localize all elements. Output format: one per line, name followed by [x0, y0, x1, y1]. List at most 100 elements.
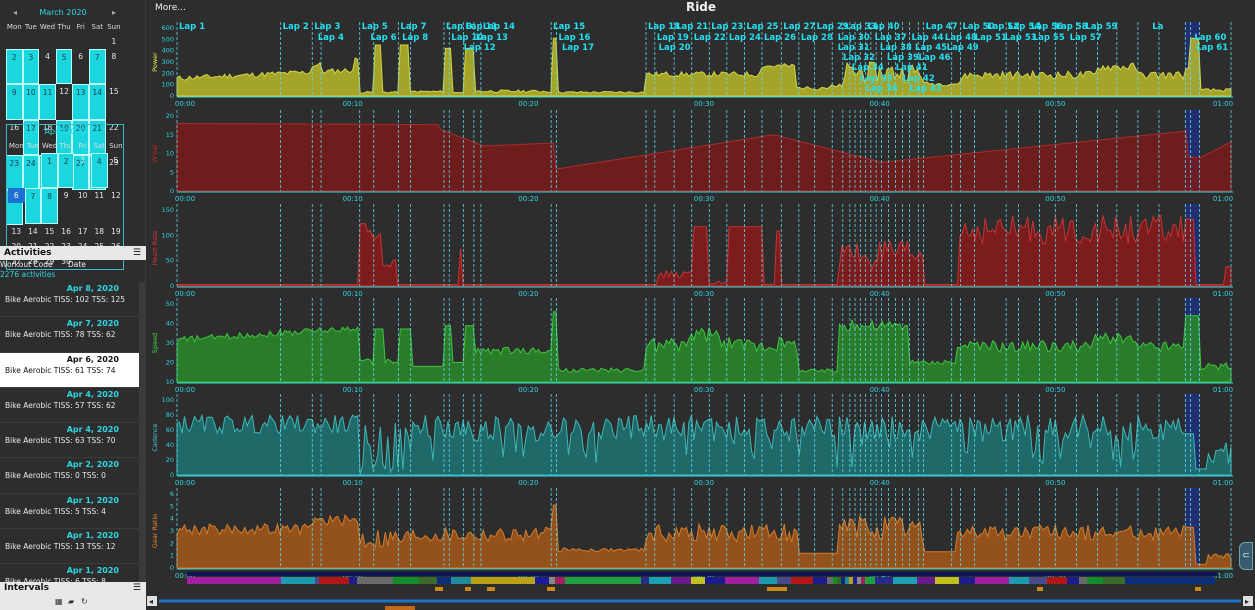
lap-label[interactable]: Lap 4 — [318, 33, 344, 43]
interval-segment[interactable] — [705, 577, 725, 584]
lap-label[interactable]: Lap 55 — [1033, 33, 1065, 43]
column-date[interactable]: Date — [68, 260, 86, 269]
interval-marker[interactable] — [767, 587, 787, 591]
calendar-day[interactable]: 11 — [91, 188, 108, 203]
interval-segment[interactable] — [357, 577, 393, 584]
calendar-day[interactable]: 18 — [91, 224, 108, 239]
calendar-day[interactable]: 15 — [106, 84, 123, 99]
lap-label[interactable]: Lap 41 — [896, 63, 928, 73]
scroll-thumb[interactable] — [385, 606, 415, 610]
lap-label[interactable]: Lap 57 — [1070, 33, 1102, 43]
calendar-day[interactable]: 17 — [74, 224, 91, 239]
interval-marker[interactable] — [1195, 587, 1201, 591]
interval-marker[interactable] — [1037, 587, 1043, 591]
lap-label[interactable]: Lap 21 — [676, 22, 708, 32]
interval-segment[interactable] — [853, 577, 857, 584]
lap-label[interactable]: Lap 27 — [783, 22, 815, 32]
interval-segment[interactable] — [759, 577, 777, 584]
interval-segment[interactable] — [691, 577, 705, 584]
panel-toggle-handle[interactable]: ⊂ — [1239, 542, 1253, 570]
lap-label[interactable]: Lap 26 — [764, 33, 796, 43]
lap-label[interactable]: Lap 2 — [283, 22, 309, 32]
lap-label[interactable]: Lap 1 — [179, 22, 205, 32]
refresh-icon[interactable]: ↻ — [81, 597, 88, 606]
interval-segment[interactable] — [935, 577, 959, 584]
interval-segment[interactable] — [565, 577, 641, 584]
activity-row[interactable]: Apr 4, 2020 Bike Aerobic TISS: 63 TSS: 70 — [0, 423, 139, 459]
interval-segment[interactable] — [671, 577, 691, 584]
interval-segment[interactable] — [813, 577, 827, 584]
calendar-day[interactable]: 1 — [41, 153, 58, 189]
calendar-day[interactable]: 4 — [90, 153, 108, 189]
interval-segment[interactable] — [1067, 577, 1079, 584]
interval-segment[interactable] — [725, 577, 741, 584]
interval-segment[interactable] — [865, 577, 875, 584]
calendar-day[interactable]: 7 — [88, 49, 106, 85]
calendar-day[interactable]: 12 — [108, 188, 125, 203]
lap-label[interactable]: Lap 59 — [1085, 22, 1117, 32]
interval-segment[interactable] — [875, 577, 893, 584]
lap-label[interactable]: Lap 46 — [919, 53, 951, 63]
interval-segment[interactable] — [555, 577, 565, 584]
lap-label[interactable]: Lap 34 — [852, 63, 884, 73]
calendar-day[interactable]: 2 — [6, 49, 23, 85]
lap-label[interactable]: Lap 43 — [910, 84, 942, 94]
interval-segment[interactable] — [827, 577, 833, 584]
calendar-day[interactable]: 8 — [106, 49, 123, 64]
menu-icon[interactable]: ☰ — [133, 582, 141, 595]
interval-segment[interactable] — [975, 577, 995, 584]
interval-segment[interactable] — [995, 577, 1009, 584]
lap-label[interactable]: Lap 30 — [838, 33, 870, 43]
lap-label[interactable]: Lap 24 — [729, 33, 761, 43]
lap-label[interactable]: La — [1152, 22, 1163, 32]
lap-label[interactable]: Lap 17 — [562, 43, 594, 53]
interval-segment[interactable] — [187, 577, 281, 584]
lap-label[interactable]: Lap 60 — [1194, 33, 1226, 43]
calendar-day[interactable]: 11 — [39, 84, 56, 120]
lap-label[interactable]: Lap 35 — [861, 74, 893, 84]
interval-segment[interactable] — [857, 577, 861, 584]
interval-segment[interactable] — [849, 577, 853, 584]
calendar-day[interactable]: 5 — [108, 153, 125, 168]
lap-label[interactable]: Lap 20 — [659, 43, 691, 53]
calendar-day[interactable]: 8 — [41, 188, 58, 224]
interval-segment[interactable] — [315, 577, 319, 584]
interval-segment[interactable] — [841, 577, 845, 584]
interval-segment[interactable] — [393, 577, 419, 584]
interval-segment[interactable] — [861, 577, 865, 584]
calendar-day[interactable]: 9 — [58, 188, 75, 203]
folder-icon[interactable]: ▰ — [68, 597, 74, 606]
interval-segment[interactable] — [1125, 577, 1215, 584]
interval-segment[interactable] — [549, 577, 555, 584]
calendar-day[interactable]: 16 — [58, 224, 75, 239]
lap-label[interactable]: Lap 44 — [912, 33, 944, 43]
lap-label[interactable]: Lap 13 — [476, 33, 508, 43]
activity-row[interactable]: Apr 6, 2020 Bike Aerobic TISS: 61 TSS: 74 — [0, 352, 139, 388]
activity-row[interactable]: Apr 1, 2020 Bike Aerobic TISS: 13 TSS: 12 — [0, 529, 139, 565]
interval-segment[interactable] — [437, 577, 451, 584]
lap-label[interactable]: Lap 32 — [843, 53, 875, 63]
lap-label[interactable]: Lap 31 — [838, 43, 870, 53]
calendar-day[interactable]: 13 — [72, 84, 89, 120]
calendar-day[interactable]: 15 — [41, 224, 58, 239]
interval-segment[interactable] — [893, 577, 917, 584]
calendar-day[interactable]: 13 — [8, 224, 25, 239]
lap-label[interactable]: Lap 25 — [746, 22, 778, 32]
menu-icon[interactable]: ☰ — [133, 246, 141, 260]
interval-marker[interactable] — [435, 587, 443, 591]
lap-label[interactable]: Lap 23 — [711, 22, 743, 32]
lap-label[interactable]: Lap 16 — [558, 33, 590, 43]
lap-label[interactable]: Lap 45 — [915, 43, 947, 53]
calendar-day[interactable]: 4 — [39, 49, 56, 64]
interval-segment[interactable] — [649, 577, 671, 584]
interval-segment[interactable] — [1029, 577, 1047, 584]
activity-row[interactable]: Apr 2, 2020 Bike Aerobic TISS: 0 TSS: 0 — [0, 458, 139, 494]
calendar-day[interactable]: 10 — [74, 188, 91, 203]
lap-label[interactable]: Lap 37 — [875, 33, 907, 43]
interval-segment[interactable] — [1087, 577, 1103, 584]
column-workout-code[interactable]: Workout Code — [0, 260, 53, 269]
calendar-day[interactable]: 10 — [22, 84, 40, 120]
lap-label[interactable]: Lap 36 — [866, 84, 898, 94]
interval-segment[interactable] — [349, 577, 357, 584]
lap-label[interactable]: Lap 39 — [887, 53, 919, 63]
